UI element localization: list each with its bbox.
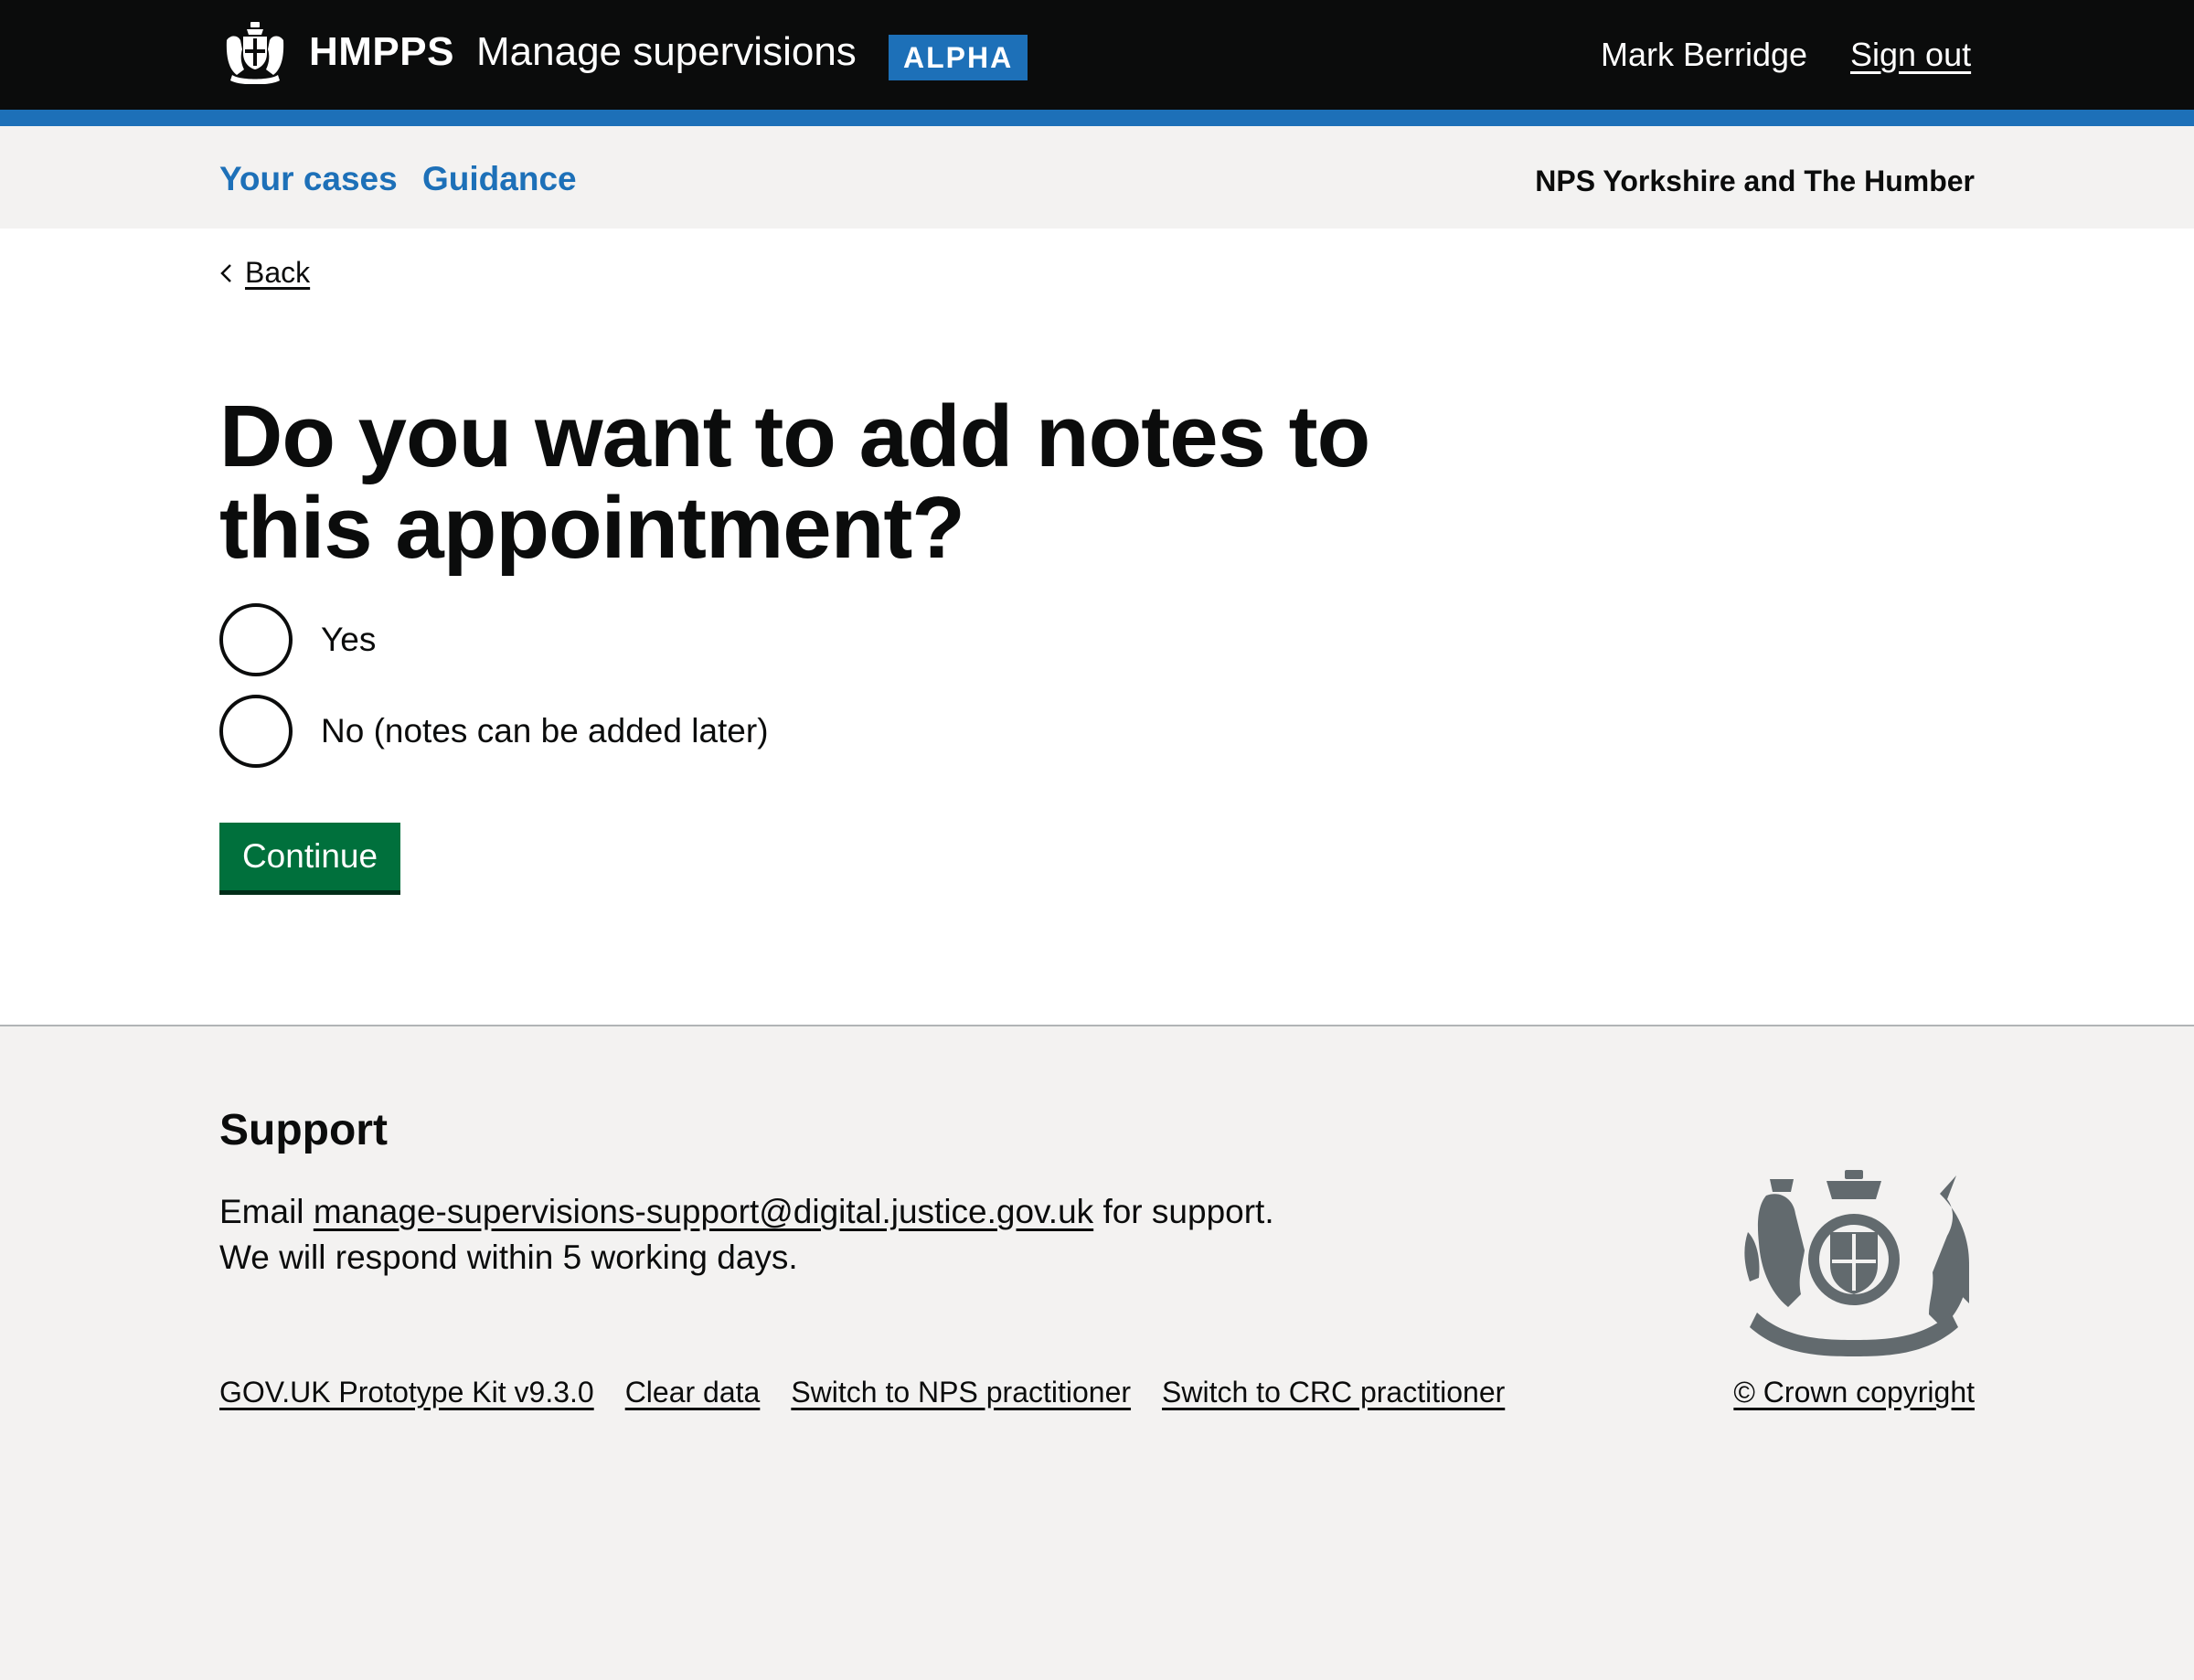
region-label: NPS Yorkshire and The Humber [1535, 165, 1975, 197]
page: HMPPS Manage supervisions ALPHA Mark Ber… [0, 0, 2194, 1680]
royal-coat-of-arms-icon [1744, 1170, 1969, 1356]
support-heading: Support [219, 1106, 388, 1154]
royal-crest-icon [226, 22, 284, 84]
footer-link-switch-crc[interactable]: Switch to CRC practitioner [1162, 1376, 1505, 1409]
nav-guidance[interactable]: Guidance [422, 159, 577, 199]
site-footer: Support Email manage-supervisions-suppor… [0, 1025, 2194, 1680]
sign-out-link[interactable]: Sign out [1850, 33, 1971, 77]
footer-links: GOV.UK Prototype Kit v9.3.0 Clear data Swi… [219, 1374, 1536, 1410]
footer-link-switch-nps[interactable]: Switch to NPS practitioner [791, 1376, 1131, 1409]
footer-link-clear-data[interactable]: Clear data [625, 1376, 761, 1409]
main-content: Back Do you want to add notes to this ap… [0, 229, 2194, 1025]
support-email-prefix: Email [219, 1193, 314, 1230]
site-header: HMPPS Manage supervisions ALPHA Mark Ber… [0, 0, 2194, 110]
radio-button[interactable] [219, 603, 293, 676]
footer-link-prototype-kit[interactable]: GOV.UK Prototype Kit v9.3.0 [219, 1376, 594, 1409]
radio-button[interactable] [219, 695, 293, 768]
continue-button[interactable]: Continue [219, 823, 400, 890]
radio-label[interactable]: No (notes can be added later) [321, 709, 769, 753]
phase-tag: ALPHA [889, 35, 1028, 80]
support-response-time: We will respond within 5 working days. [219, 1239, 798, 1276]
radio-label[interactable]: Yes [321, 618, 376, 662]
header-blue-stripe [0, 110, 2194, 126]
radio-option-no[interactable]: No (notes can be added later) [219, 695, 1042, 768]
primary-navigation: Your cases Guidance NPS Yorkshire and Th… [0, 126, 2194, 229]
crown-copyright-link[interactable]: © Crown copyright [1733, 1374, 1975, 1410]
chevron-left-icon [220, 264, 231, 282]
support-text: Email manage-supervisions-support@digita… [219, 1189, 1274, 1281]
service-name[interactable]: Manage supervisions [476, 27, 857, 77]
user-name: Mark Berridge [1601, 36, 1808, 73]
support-email-suffix: for support. [1093, 1193, 1274, 1230]
support-email-link[interactable]: manage-supervisions-support@digital.just… [314, 1193, 1093, 1230]
page-title: Do you want to add notes to this appoint… [219, 388, 1370, 577]
back-link-label: Back [245, 256, 311, 289]
nav-your-cases[interactable]: Your cases [219, 159, 398, 199]
radio-option-yes[interactable]: Yes [219, 603, 1042, 676]
hmpps-brand[interactable]: HMPPS [309, 27, 454, 77]
